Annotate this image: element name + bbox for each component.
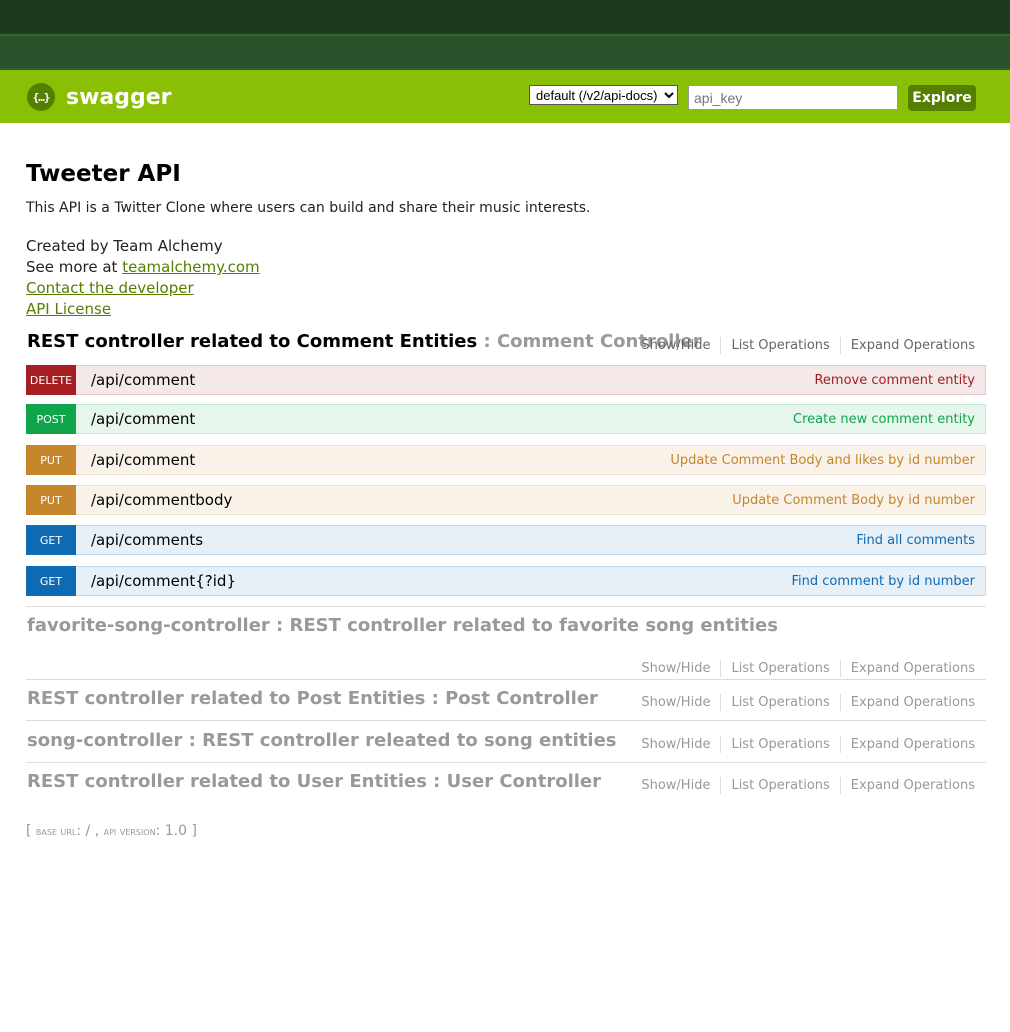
operation-row[interactable]: GET /api/comments Find all comments [26,525,986,555]
api-title: Tweeter API [26,161,181,187]
list-operations-link[interactable]: List Operations [721,736,841,753]
operation-row[interactable]: PUT /api/commentbody Update Comment Body… [26,485,986,515]
show-hide-link[interactable]: Show/Hide [641,660,722,677]
swagger-logo-icon: {…} [27,83,55,111]
license-line: API License [26,300,111,318]
resource-ops-user: Show/Hide List Operations Expand Operati… [641,777,975,794]
created-by: Created by Team Alchemy [26,237,223,255]
api-license-link[interactable]: API License [26,300,111,318]
base-url-label: base url [35,825,77,838]
show-hide-link[interactable]: Show/Hide [641,777,722,794]
expand-operations-link[interactable]: Expand Operations [841,777,975,794]
http-method-badge[interactable]: PUT [26,445,76,475]
divider [26,762,986,763]
list-operations-link[interactable]: List Operations [721,660,841,677]
api-version-value: : 1.0 ] [155,823,197,839]
operation-row[interactable]: PUT /api/comment Update Comment Body and… [26,445,986,475]
operation-path[interactable]: /api/comment{?id} [91,572,236,590]
list-operations-link[interactable]: List Operations [721,777,841,794]
resource-heading-user[interactable]: REST controller related to User Entities… [27,771,601,792]
resource-heading-post[interactable]: REST controller related to Post Entities… [27,688,598,709]
operation-row[interactable]: DELETE /api/comment Remove comment entit… [26,365,986,395]
swagger-brand-text: swagger [66,84,172,110]
resource-heading-comment[interactable]: REST controller related to Comment Entit… [27,331,702,352]
operation-summary[interactable]: Update Comment Body by id number [732,493,975,508]
resource-ops-song: Show/Hide List Operations Expand Operati… [641,736,975,753]
http-method-badge[interactable]: DELETE [26,365,76,395]
operation-summary[interactable]: Create new comment entity [793,412,975,427]
operation-row[interactable]: GET /api/comment{?id} Find comment by id… [26,566,986,596]
api-key-input[interactable] [688,85,898,110]
operation-path[interactable]: /api/comment [91,410,195,428]
expand-operations-link[interactable]: Expand Operations [841,337,975,354]
http-method-badge[interactable]: GET [26,566,76,596]
contact-developer-link[interactable]: Contact the developer [26,279,194,297]
resource-ops-comment: Show/Hide List Operations Expand Operati… [641,337,975,354]
show-hide-link[interactable]: Show/Hide [641,337,722,354]
api-version-label: api version [103,825,156,838]
operation-summary[interactable]: Update Comment Body and likes by id numb… [670,453,975,468]
divider [26,720,986,721]
operation-summary[interactable]: Remove comment entity [814,373,975,388]
operation-summary[interactable]: Find all comments [856,533,975,548]
api-description: This API is a Twitter Clone where users … [26,200,591,216]
swagger-logo[interactable]: {…} swagger [27,83,172,111]
operation-path[interactable]: /api/comment [91,371,195,389]
operation-row[interactable]: POST /api/comment Create new comment ent… [26,404,986,434]
see-more-line: See more at teamalchemy.com [26,258,260,276]
divider [26,679,986,680]
expand-operations-link[interactable]: Expand Operations [841,736,975,753]
http-method-badge[interactable]: POST [26,404,76,434]
show-hide-link[interactable]: Show/Hide [641,694,722,711]
website-link[interactable]: teamalchemy.com [122,258,259,276]
resource-heading-song[interactable]: song-controller : REST controller releat… [27,730,617,751]
swagger-header: {…} swagger default (/v2/api-docs) Explo… [0,70,1010,123]
top-bar-dark [0,0,1010,34]
resource-name: REST controller related to Comment Entit… [27,331,478,352]
contact-line: Contact the developer [26,279,194,297]
explore-button[interactable]: Explore [908,85,976,111]
resource-ops-post: Show/Hide List Operations Expand Operati… [641,694,975,711]
spec-selector[interactable]: default (/v2/api-docs) [529,85,678,105]
show-hide-link[interactable]: Show/Hide [641,736,722,753]
list-operations-link[interactable]: List Operations [721,337,841,354]
base-url-value: : / , [76,823,104,839]
expand-operations-link[interactable]: Expand Operations [841,660,975,677]
list-operations-link[interactable]: List Operations [721,694,841,711]
footer-open: [ [26,823,36,839]
divider [26,606,986,607]
http-method-badge[interactable]: GET [26,525,76,555]
operation-path[interactable]: /api/comment [91,451,195,469]
operation-path[interactable]: /api/comments [91,531,203,549]
operation-path[interactable]: /api/commentbody [91,491,232,509]
http-method-badge[interactable]: PUT [26,485,76,515]
top-bar-secondary [0,34,1010,70]
operation-summary[interactable]: Find comment by id number [792,574,975,589]
expand-operations-link[interactable]: Expand Operations [841,694,975,711]
api-footer: [ base url: / , api version: 1.0 ] [26,823,197,839]
resource-ops-favorite-song: Show/Hide List Operations Expand Operati… [641,660,975,677]
see-more-prefix: See more at [26,258,123,276]
resource-heading-favorite-song[interactable]: favorite-song-controller : REST controll… [27,615,778,636]
